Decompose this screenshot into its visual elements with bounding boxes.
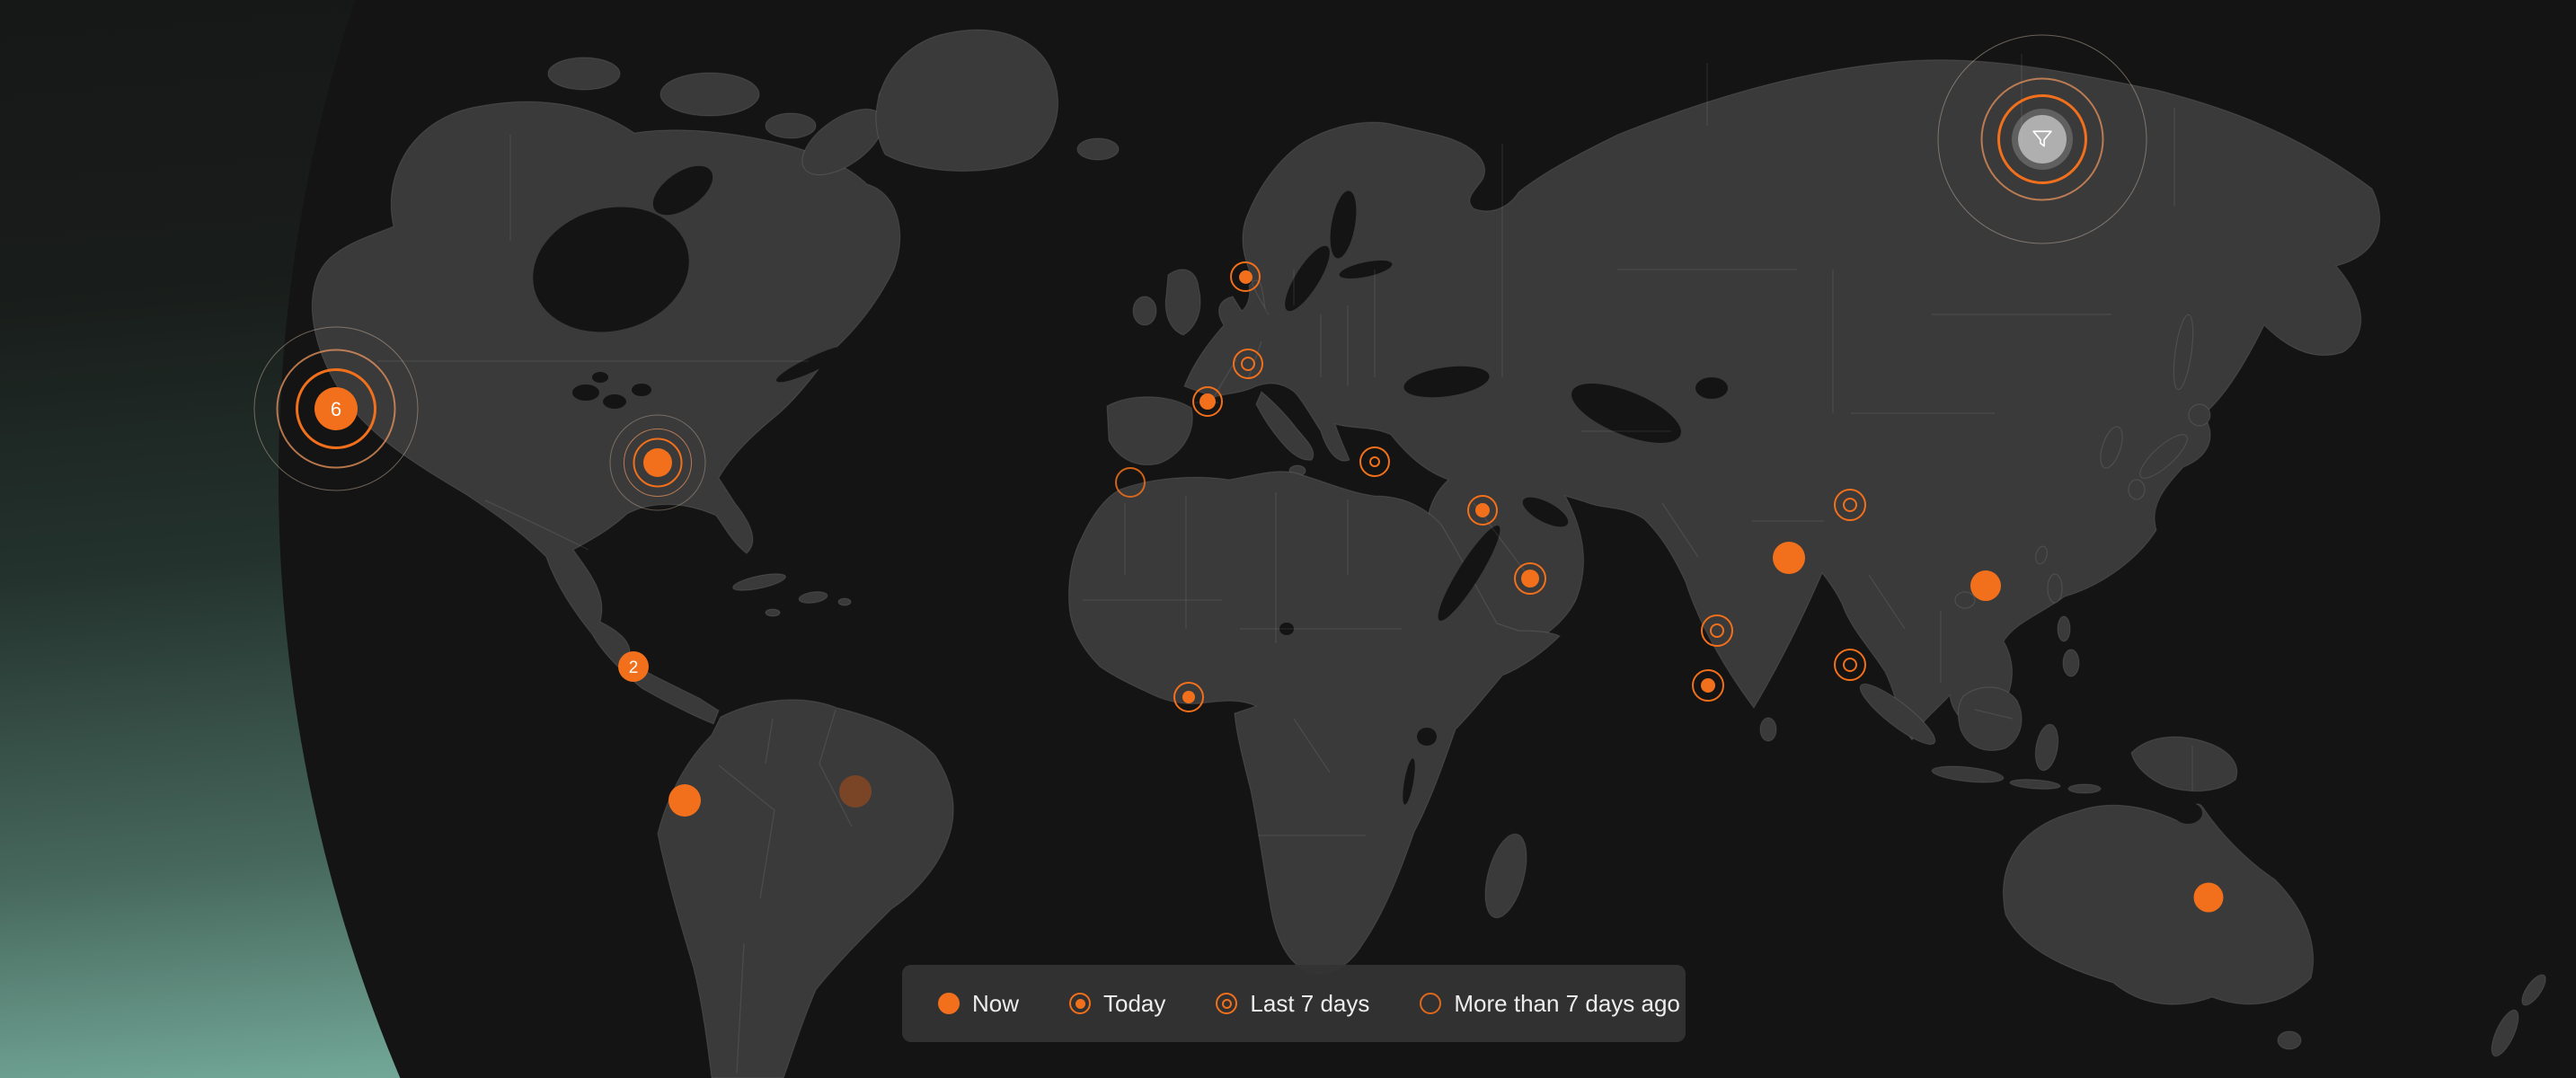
map-marker-central-europe[interactable] <box>1233 349 1263 379</box>
map-marker-saudi-north[interactable] <box>1467 495 1498 526</box>
legend-item-more7: More than 7 days ago <box>1420 990 1680 1018</box>
legend-item-now: Now <box>938 990 1019 1018</box>
marker-dot <box>1199 393 1216 410</box>
map-marker-australia[interactable] <box>2194 883 2224 913</box>
legend-last7-icon <box>1216 993 1237 1014</box>
legend-item-today: Today <box>1069 990 1165 1018</box>
marker-layer: 62 <box>0 0 2576 1078</box>
marker-inner-ring <box>1710 623 1724 638</box>
map-marker-norway[interactable] <box>1230 261 1261 292</box>
map-marker-us-west[interactable]: 6 <box>314 387 358 430</box>
map-marker-brazil[interactable] <box>839 775 872 808</box>
marker-inner-ring <box>1843 658 1857 672</box>
map-marker-india-west[interactable] <box>1701 614 1733 647</box>
map-marker-central-america[interactable]: 2 <box>618 651 649 682</box>
marker-dot <box>1182 691 1195 703</box>
filter-button[interactable] <box>2018 115 2067 163</box>
legend-today-icon <box>1069 993 1091 1014</box>
activity-map-screen: 62 NowTodayLast 7 daysMore than 7 days a… <box>0 0 2576 1078</box>
marker-dot <box>1521 570 1539 588</box>
marker-dot <box>1239 270 1253 284</box>
map-marker-us-east[interactable] <box>643 448 672 477</box>
map-legend: Now Today Last 7 days More than 7 days ago <box>902 965 1686 1042</box>
pulse-ring <box>624 429 692 497</box>
map-marker-south-china[interactable] <box>1970 570 2001 601</box>
marker-dot <box>1701 678 1715 693</box>
map-marker-greece[interactable] <box>1359 446 1390 477</box>
funnel-icon <box>2030 127 2055 152</box>
map-marker-peru[interactable] <box>668 784 701 817</box>
legend-label: Today <box>1103 990 1165 1018</box>
pulse-ring <box>610 415 706 511</box>
legend-label: Last 7 days <box>1250 990 1369 1018</box>
map-marker-gibraltar[interactable] <box>1115 467 1146 498</box>
legend-now-icon <box>938 993 960 1014</box>
map-marker-india-south[interactable] <box>1692 669 1724 702</box>
map-marker-france[interactable] <box>1192 386 1223 417</box>
marker-inner-ring <box>1843 498 1857 512</box>
legend-item-last7: Last 7 days <box>1216 990 1369 1018</box>
marker-count: 6 <box>331 400 341 420</box>
marker-count: 2 <box>629 659 639 676</box>
pulse-ring <box>633 438 683 488</box>
marker-inner-ring <box>1241 357 1255 371</box>
legend-label: Now <box>972 990 1019 1018</box>
map-marker-saudi-south[interactable] <box>1514 562 1546 595</box>
marker-inner-ring <box>1369 456 1380 467</box>
map-marker-ghana[interactable] <box>1173 682 1204 712</box>
marker-dot <box>1475 503 1490 517</box>
map-marker-india-north[interactable] <box>1773 542 1805 574</box>
legend-more7-icon <box>1420 993 1441 1014</box>
map-marker-andaman[interactable] <box>1834 649 1866 681</box>
map-marker-himalaya[interactable] <box>1834 489 1866 521</box>
legend-label: More than 7 days ago <box>1454 990 1680 1018</box>
